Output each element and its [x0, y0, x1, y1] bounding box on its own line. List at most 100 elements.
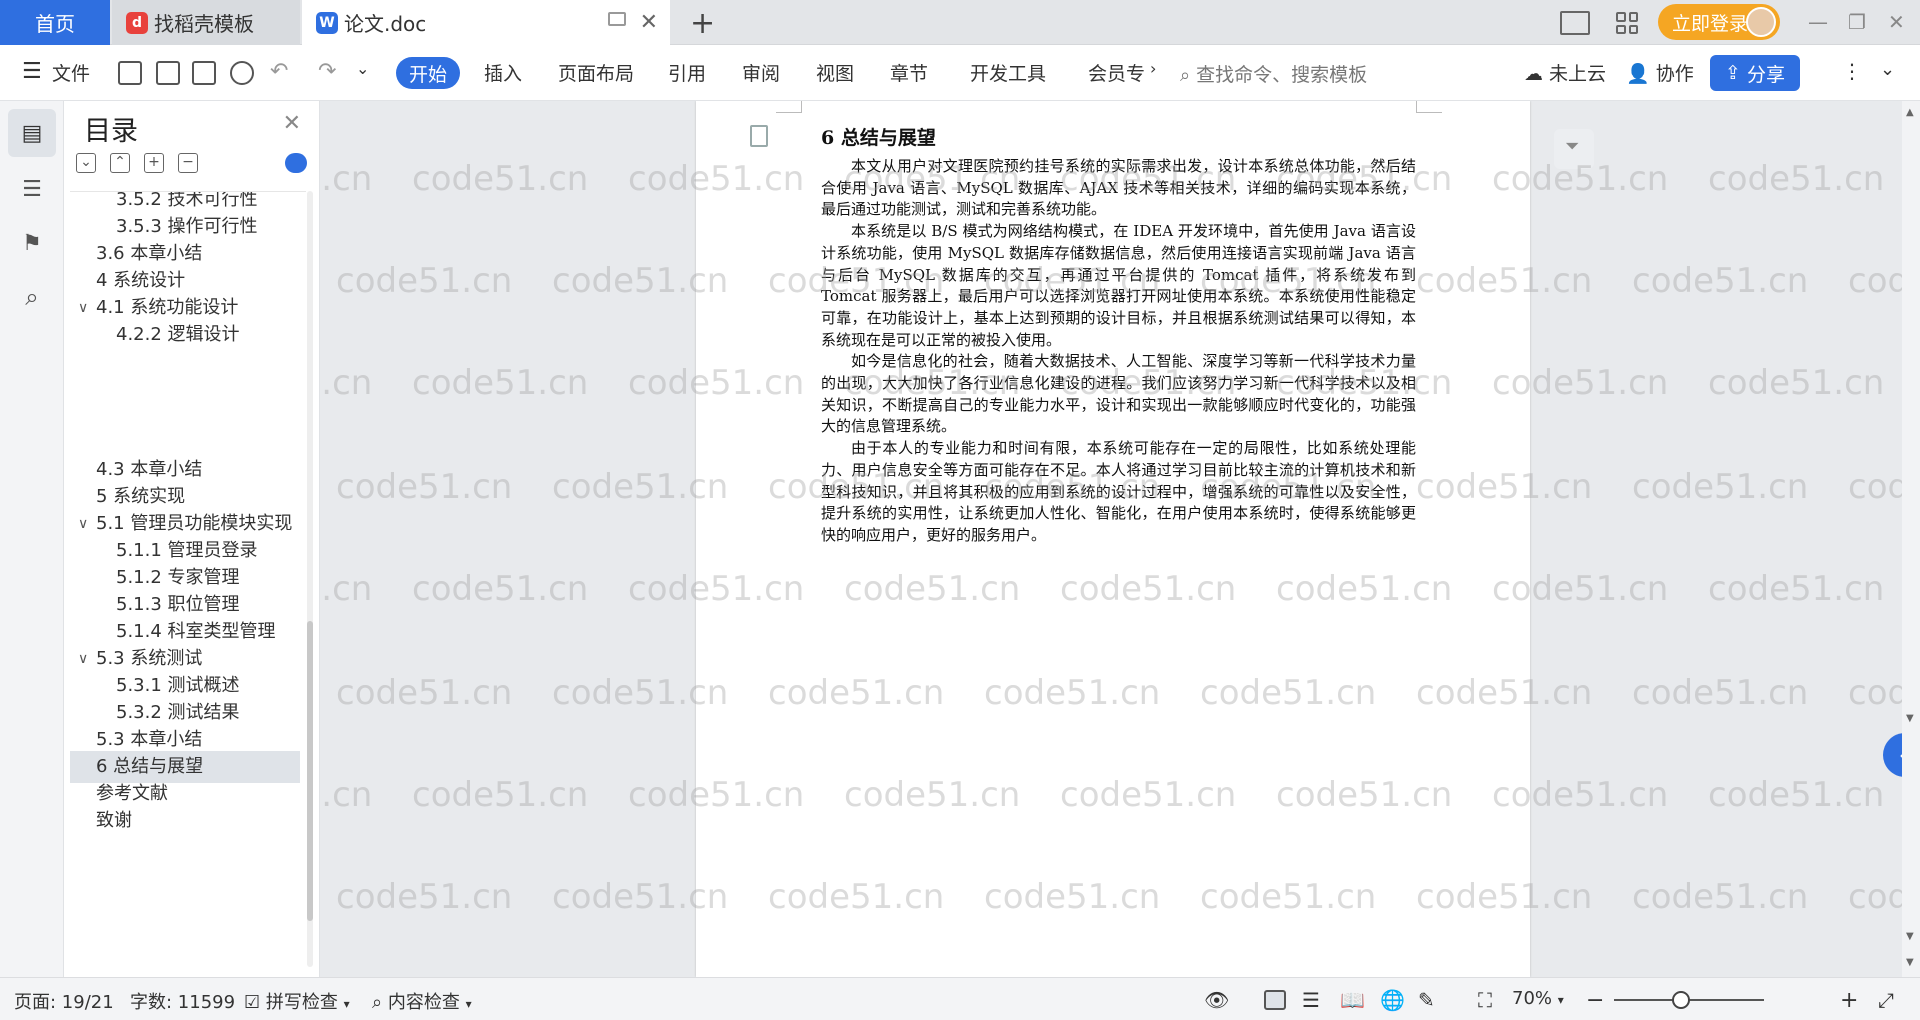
toc-item-label: 3.5.3 操作可行性: [116, 216, 258, 237]
collapse-ribbon-icon[interactable]: ⌄: [1880, 59, 1895, 80]
zoom-level[interactable]: 70% ▾: [1512, 988, 1564, 1009]
tab-member[interactable]: 会员专: [1088, 59, 1145, 86]
window-mode-icon[interactable]: [608, 12, 626, 26]
toc-scrollbar-thumb[interactable]: [307, 621, 313, 921]
document-area[interactable]: 6 总结与展望 本文从用户对文理医院预约挂号系统的实际需求出发，设计本系统总体功…: [320, 101, 1902, 977]
quick-access-dropdown-icon[interactable]: ⌄: [356, 59, 369, 78]
tab-review[interactable]: 审阅: [742, 59, 780, 86]
command-search[interactable]: ⌕ 查找命令、搜索模板: [1180, 60, 1367, 87]
fit-page-icon[interactable]: ⛶: [1478, 988, 1492, 1012]
tab-page-layout[interactable]: 页面布局: [558, 59, 634, 86]
tab-home[interactable]: 首页: [0, 0, 110, 45]
zoom-slider-handle[interactable]: [1672, 991, 1690, 1009]
vertical-scrollbar[interactable]: ▲ ▼ ▼ ▼: [1902, 101, 1920, 977]
page-down-icon[interactable]: ▼: [1906, 931, 1914, 942]
toc-item-label: 4 系统设计: [96, 270, 186, 291]
fullscreen-icon[interactable]: ⤢: [1878, 988, 1894, 1012]
smart-toc-toggle[interactable]: [285, 153, 307, 173]
reading-view-icon[interactable]: 📖: [1340, 988, 1365, 1012]
tab-insert[interactable]: 插入: [484, 59, 522, 86]
tab-document[interactable]: W 论文.doc ✕: [302, 0, 670, 45]
content-check-button[interactable]: ⌕ 内容检查 ▾: [372, 988, 472, 1014]
write-mode-icon[interactable]: ✎: [1418, 988, 1435, 1012]
toc-close-icon[interactable]: ✕: [283, 111, 301, 136]
web-view-icon[interactable]: 🌐: [1380, 988, 1405, 1012]
tab-references[interactable]: 引用: [668, 59, 706, 86]
toc-item-label: 6 总结与展望: [96, 756, 204, 777]
save-icon[interactable]: [118, 61, 142, 85]
watermark-text: code51.cn: [1708, 159, 1885, 199]
zoom-out-icon[interactable]: −: [1586, 988, 1604, 1013]
filter-button[interactable]: ⏷: [1554, 129, 1594, 169]
layout-icon[interactable]: [1560, 8, 1590, 38]
toc-list: 3.5.2 技术可行性 3.5.3 操作可行性 3.6 本章小结 4 系统设计 ∨ 4.1…: [70, 191, 306, 967]
toc-item-label: 参考文献: [96, 783, 168, 804]
command-search-placeholder: 查找命令、搜索模板: [1196, 64, 1368, 86]
undo-icon[interactable]: ↶: [270, 59, 288, 84]
cloud-status[interactable]: ☁ 未上云: [1524, 59, 1606, 86]
tab-template[interactable]: d 找稻壳模板: [112, 0, 300, 45]
new-tab-button[interactable]: +: [690, 6, 715, 41]
content-check-label: 内容检查: [387, 992, 460, 1013]
export-pdf-icon[interactable]: [156, 61, 180, 85]
tab-view[interactable]: 视图: [816, 59, 854, 86]
redo-icon[interactable]: ↷: [318, 59, 336, 84]
menu-icon[interactable]: ☰: [22, 59, 42, 84]
word-count[interactable]: 字数: 11599: [130, 988, 235, 1014]
remove-heading-icon[interactable]: −: [178, 153, 198, 173]
document-page[interactable]: 6 总结与展望 本文从用户对文理医院预约挂号系统的实际需求出发，设计本系统总体功…: [696, 101, 1530, 977]
side-panel-toggle[interactable]: ‹: [1883, 733, 1902, 777]
zoom-in-icon[interactable]: +: [1840, 988, 1858, 1013]
file-menu[interactable]: 文件: [52, 59, 90, 86]
collaborate-button[interactable]: 👤 协作: [1626, 59, 1694, 86]
watermark-text: code51.cn: [336, 673, 513, 713]
more-options-icon[interactable]: ⋮: [1842, 59, 1862, 83]
eye-protection-icon[interactable]: 👁: [1204, 988, 1229, 1012]
spell-check-button[interactable]: ☑ 拼写检查 ▾: [244, 988, 350, 1014]
apps-grid-icon[interactable]: [1616, 8, 1638, 38]
tab-chapter[interactable]: 章节: [890, 59, 928, 86]
toc-item-label: 5.1.3 职位管理: [116, 594, 240, 615]
outline-view-icon[interactable]: ☰: [1302, 988, 1320, 1012]
toc-panel-button[interactable]: ▤: [8, 109, 56, 157]
toc-item-label: 4.3 本章小结: [96, 459, 203, 480]
paragraph: 本系统是以 B/S 模式为网络结构模式，在 IDEA 开发环境中，首先使用 Ja…: [821, 222, 1416, 349]
user-add-icon: 👤: [1626, 63, 1650, 85]
tab-template-label: 找稻壳模板: [154, 12, 254, 36]
restore-icon[interactable]: ❐: [1848, 10, 1866, 34]
add-heading-icon[interactable]: +: [144, 153, 164, 173]
tab-start[interactable]: 开始: [396, 57, 460, 89]
funnel-icon: ⏷: [1565, 136, 1580, 157]
tab-developer[interactable]: 开发工具: [970, 59, 1046, 86]
document-body[interactable]: 6 总结与展望 本文从用户对文理医院预约挂号系统的实际需求出发，设计本系统总体功…: [821, 123, 1416, 547]
toc-panel: 目录 ✕ ⌄ ⌃ + − 3.5.2 技术可行性 3.5.3 操作可行性 3.6 本…: [64, 101, 320, 977]
window-close-icon[interactable]: ✕: [1888, 10, 1905, 34]
page-bottom-icon[interactable]: ▼: [1906, 957, 1914, 968]
bookmark-button[interactable]: ⚑: [8, 219, 56, 267]
paragraph-options-icon[interactable]: [750, 125, 768, 147]
page-view-icon[interactable]: [1264, 990, 1286, 1010]
find-button[interactable]: ⌕: [8, 273, 56, 321]
expand-all-icon[interactable]: ⌄: [76, 153, 96, 173]
login-button[interactable]: 立即登录: [1658, 4, 1780, 40]
watermark-text: code51.cn: [412, 569, 589, 609]
print-preview-icon[interactable]: [230, 61, 254, 85]
toc-item-label: 5.3 本章小结: [96, 729, 203, 750]
share-button[interactable]: ⇪ 分享: [1710, 55, 1800, 91]
toc-item[interactable]: 4.2.2 逻辑设计: [70, 319, 300, 351]
toc-item[interactable]: 致谢: [70, 805, 300, 837]
watermark-text: code51.cn: [412, 363, 589, 403]
watermark-text: code51.cn: [412, 159, 589, 199]
page-indicator[interactable]: 页面: 19/21: [14, 988, 114, 1014]
close-tab-icon[interactable]: ✕: [640, 10, 658, 35]
nav-strip: ▤ ☰ ⚑ ⌕: [0, 101, 64, 977]
more-tabs-icon[interactable]: ›: [1150, 59, 1156, 78]
toc-item-label: 致谢: [96, 810, 132, 831]
scroll-down-icon[interactable]: ▼: [1906, 713, 1914, 724]
scroll-up-icon[interactable]: ▲: [1906, 107, 1914, 118]
chapter-nav-button[interactable]: ☰: [8, 165, 56, 213]
collapse-all-icon[interactable]: ⌃: [110, 153, 130, 173]
print-icon[interactable]: [192, 61, 216, 85]
tab-bar: 首页 d 找稻壳模板 W 论文.doc ✕ + 立即登录 — ❐ ✕: [0, 0, 1920, 45]
minimize-icon[interactable]: —: [1808, 10, 1828, 34]
